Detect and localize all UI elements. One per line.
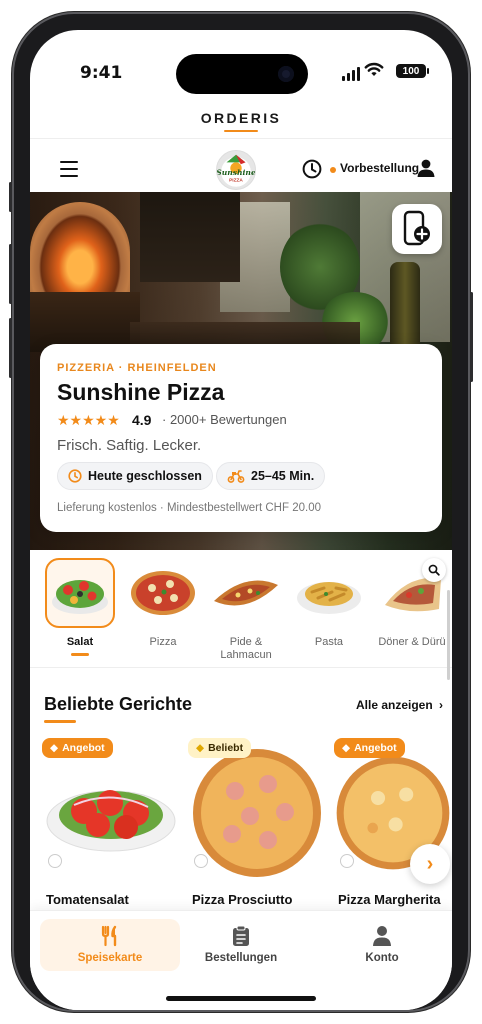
see-all-label: Alle anzeigen — [356, 698, 433, 712]
review-count[interactable]: · 2000+ Bewertungen — [162, 412, 287, 427]
battery-icon: 100 — [396, 64, 429, 78]
power-button — [470, 292, 473, 382]
dish-name: Tomatensalat — [46, 892, 129, 907]
tomato-salad-image — [42, 744, 180, 874]
salad-image — [45, 558, 115, 628]
restaurant-logo[interactable]: Sunshine PIZZA — [216, 150, 256, 190]
status-dot — [330, 167, 336, 173]
pasta-image — [294, 558, 364, 628]
tab-speisekarte[interactable]: Speisekarte — [40, 919, 180, 971]
pizza-oven-image — [30, 202, 130, 302]
chevron-right-icon: › — [426, 852, 434, 875]
svg-text:PIZZA: PIZZA — [229, 177, 243, 183]
dynamic-island — [176, 54, 308, 94]
category-search-button[interactable] — [422, 558, 446, 582]
restaurant-info-card: PIZZERIA · RHEINFELDEN Sunshine Pizza ★★… — [40, 344, 442, 532]
person-icon — [373, 926, 391, 946]
badge-label: Angebot — [62, 742, 105, 754]
sunshine-logo-icon: Sunshine PIZZA — [217, 154, 255, 183]
clock-icon — [68, 469, 82, 483]
tab-label: Konto — [365, 952, 399, 964]
opening-status-label: Heute geschlossen — [88, 469, 202, 483]
camera-icon — [278, 66, 294, 82]
category-salat[interactable]: Salat — [45, 558, 115, 656]
restaurant-mini-logo — [48, 854, 62, 868]
phone-frame: 9:41 100 ORDERIS Sunshine PIZZA Vorbeste… — [9, 12, 473, 1012]
category-label: Salat — [66, 636, 94, 648]
offer-badge: ◆ Angebot — [334, 738, 405, 758]
section-underline — [44, 720, 76, 723]
tab-bestellungen[interactable]: Bestellungen — [171, 919, 311, 971]
status-bar: 9:41 100 — [30, 30, 452, 94]
search-icon — [428, 564, 440, 576]
badge-label: Beliebt — [208, 742, 244, 754]
mute-switch — [9, 182, 12, 212]
delivery-time-chip[interactable]: 25–45 Min. — [216, 462, 326, 490]
chevron-right-icon: › — [439, 698, 444, 712]
carousel-next-button[interactable]: › — [410, 844, 450, 884]
pizza-prosciutto-image — [188, 744, 326, 877]
category-pasta[interactable]: Pasta — [294, 558, 364, 649]
restaurant-tagline: Frisch. Saftig. Lecker. — [57, 437, 202, 454]
restaurant-name: Sunshine Pizza — [57, 379, 225, 405]
tag-icon: ◆ — [342, 742, 351, 754]
category-pide-lahmacun[interactable]: Pide & Lahmacun — [211, 558, 281, 662]
screen: 9:41 100 ORDERIS Sunshine PIZZA Vorbeste… — [30, 30, 452, 1010]
dish-name: Pizza Margherita — [338, 892, 441, 907]
tab-bar: Speisekarte Bestellungen Konto — [30, 910, 452, 1010]
see-all-link[interactable]: Alle anzeigen › — [356, 698, 443, 712]
home-indicator[interactable] — [166, 996, 316, 1001]
category-label: Pasta — [314, 636, 344, 648]
scrollbar[interactable] — [447, 590, 450, 680]
popular-badge: ◆ Beliebt — [188, 738, 252, 758]
signal-icon — [342, 67, 360, 81]
clipboard-icon — [233, 925, 249, 946]
category-label: Döner & Dürü — [378, 636, 446, 648]
cutlery-icon — [101, 925, 117, 947]
pide-image — [211, 558, 281, 628]
tag-icon: ◆ — [50, 742, 59, 754]
preorder-label[interactable]: Vorbestellung — [340, 161, 419, 175]
category-pizza[interactable]: Pizza — [128, 558, 198, 649]
category-label: Pide & Lahmacun — [220, 636, 272, 661]
rating-value: 4.9 — [132, 412, 152, 428]
delivery-info: Lieferung kostenlos · Mindestbestellwert… — [57, 502, 321, 514]
restaurant-category: PIZZERIA · RHEINFELDEN — [57, 362, 217, 374]
restaurant-mini-logo — [340, 854, 354, 868]
volume-up-button — [9, 244, 12, 304]
volume-down-button — [9, 318, 12, 378]
wifi-icon — [364, 62, 384, 76]
category-label: Pizza — [149, 636, 177, 648]
svg-text:Sunshine: Sunshine — [217, 168, 255, 177]
brand-underline — [224, 130, 258, 132]
pizza-image — [128, 558, 198, 628]
section-title: Beliebte Gerichte — [44, 694, 193, 714]
scooter-icon — [227, 470, 245, 483]
status-time: 9:41 — [80, 63, 123, 83]
opening-status-chip[interactable]: Heute geschlossen — [57, 462, 213, 490]
badge-label: Angebot — [354, 742, 397, 754]
brand-title: ORDERIS — [200, 110, 282, 126]
tab-label: Speisekarte — [77, 952, 143, 964]
star-icon: ◆ — [196, 742, 205, 754]
restaurant-mini-logo — [194, 854, 208, 868]
app-header: Sunshine PIZZA Vorbestellung — [30, 138, 452, 200]
tab-konto[interactable]: Konto — [312, 919, 452, 971]
category-bar: Salat Pizza Pide & Lahmacun Pasta Döner … — [30, 550, 452, 668]
offer-badge: ◆ Angebot — [42, 738, 113, 758]
add-to-home-button[interactable] — [392, 204, 442, 254]
dish-name: Pizza Prosciutto — [192, 892, 293, 907]
clock-icon[interactable] — [302, 159, 322, 179]
phone-add-icon — [403, 210, 430, 246]
menu-icon[interactable] — [60, 161, 78, 182]
delivery-time-label: 25–45 Min. — [251, 469, 315, 483]
tab-label: Bestellungen — [204, 952, 278, 964]
active-category-indicator — [71, 653, 89, 656]
account-icon[interactable] — [416, 158, 436, 178]
star-rating-icon: ★★★★★ — [57, 412, 120, 428]
